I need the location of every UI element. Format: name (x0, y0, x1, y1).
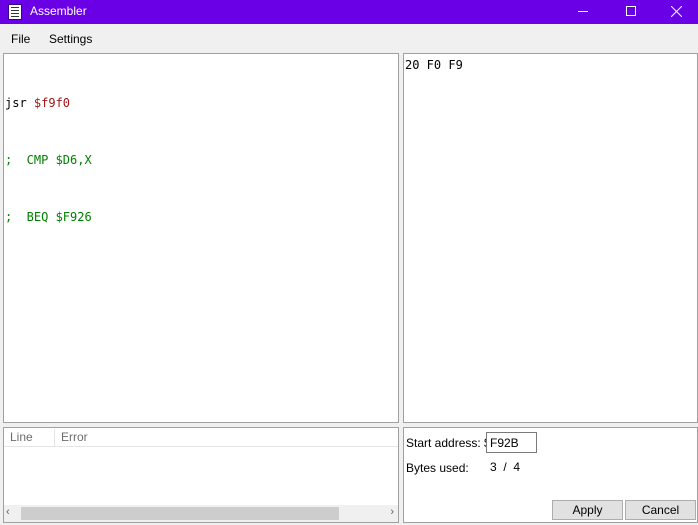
bytes-used-label: Bytes used: (406, 461, 469, 475)
menu-file[interactable]: File (11, 32, 30, 47)
start-address-label: Start address: $ (406, 436, 491, 450)
operand: $f9f0 (33, 96, 71, 110)
column-separator[interactable] (54, 429, 55, 446)
close-button[interactable] (654, 0, 698, 24)
horizontal-scrollbar[interactable]: ‹ › (4, 505, 398, 522)
error-list-header: Line Error (4, 428, 398, 447)
mnemonic: jsr (5, 96, 34, 110)
menu-bar: File Settings (0, 28, 698, 50)
minimize-button[interactable] (560, 0, 606, 24)
source-line: ; CMP $D6,X (5, 151, 398, 170)
maximize-button[interactable] (608, 0, 654, 24)
menu-settings[interactable]: Settings (49, 32, 92, 47)
maximize-icon (626, 6, 636, 16)
scroll-right-icon[interactable]: › (390, 506, 394, 518)
comment: ; CMP $D6,X (5, 153, 92, 167)
column-header-line[interactable]: Line (10, 430, 33, 444)
window-title: Assembler (30, 4, 87, 18)
scroll-left-icon[interactable]: ‹ (6, 506, 10, 518)
comment: ; BEQ $F926 (5, 210, 92, 224)
source-editor[interactable]: jsr $f9f0 ; CMP $D6,X ; BEQ $F926 (3, 53, 399, 423)
cancel-button[interactable]: Cancel (625, 500, 696, 520)
apply-button[interactable]: Apply (552, 500, 623, 520)
output-bytes: 20 F0 F9 (405, 58, 463, 72)
start-address-input[interactable] (486, 432, 537, 453)
column-header-error[interactable]: Error (61, 430, 88, 444)
bytes-used-value: 3 / 4 (490, 460, 521, 474)
minimize-icon (578, 11, 588, 12)
error-list[interactable]: Line Error ‹ › (3, 427, 399, 523)
source-line: ; BEQ $F926 (5, 208, 398, 227)
scrollbar-thumb[interactable] (21, 507, 339, 520)
close-icon (671, 6, 682, 17)
output-bytes-view[interactable]: 20 F0 F9 (403, 53, 698, 423)
assembler-controls: Start address: $ Bytes used: 3 / 4 Apply… (403, 427, 698, 523)
source-line: jsr $f9f0 (5, 94, 398, 113)
app-icon (8, 4, 22, 20)
title-bar[interactable]: Assembler (0, 0, 698, 24)
